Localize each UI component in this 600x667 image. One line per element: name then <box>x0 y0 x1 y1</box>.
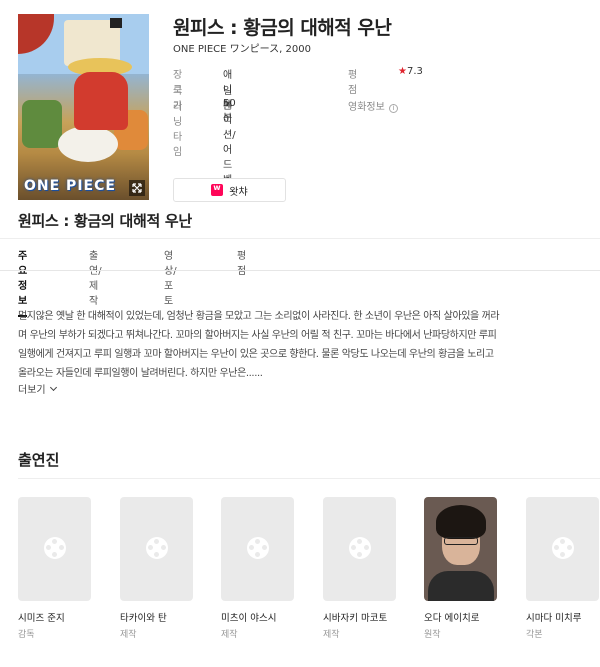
rating-label: 평점 <box>348 70 358 96</box>
cast-name[interactable]: 시미즈 준지 <box>18 610 91 624</box>
movie-info-link[interactable]: 영화정보 i <box>348 98 398 113</box>
synopsis-line: 며 우난의 부하가 되겠다고 뛰쳐나간다. 꼬마의 할아버지는 사실 우난의 어… <box>18 330 497 341</box>
cast-photo-placeholder[interactable] <box>18 497 91 601</box>
original-title: ONE PIECE ワンピース, 2000 <box>173 44 311 55</box>
movie-info-label: 영화정보 <box>348 102 385 113</box>
poster-logo: ONE PIECE <box>24 178 116 194</box>
cast-role: 원작 <box>424 630 441 640</box>
section-movie-title: 원피스 : 황금의 대해적 우난 <box>18 212 192 230</box>
cast-name[interactable]: 시마다 미치루 <box>526 610 599 624</box>
poster-art-shape <box>74 72 128 130</box>
cast-role: 감독 <box>18 630 35 640</box>
synopsis-line: 멀지않은 옛날 한 대해적이 있었는데, 엄청난 황금을 모았고 그는 소리없이… <box>18 311 500 322</box>
cast-section-title: 출연진 <box>18 451 60 469</box>
cast-photo-placeholder[interactable] <box>526 497 599 601</box>
tab-cast-crew[interactable]: 출연/제작 <box>89 247 102 315</box>
cast-photo-placeholder[interactable] <box>221 497 294 601</box>
divider <box>0 270 600 271</box>
divider <box>0 238 600 239</box>
star-icon: ★ <box>398 66 407 77</box>
chevron-down-icon <box>49 383 57 391</box>
poster-art-shape <box>110 18 122 28</box>
film-reel-icon <box>552 537 574 559</box>
cast-name[interactable]: 시바자키 마코토 <box>323 610 396 624</box>
film-reel-icon <box>44 537 66 559</box>
cast-card[interactable]: 미츠이 야스시 제작 <box>221 497 294 640</box>
tab-rating[interactable]: 평점 <box>237 247 246 285</box>
cast-role: 제작 <box>120 630 137 640</box>
rating-value: 7.3 <box>406 66 423 77</box>
more-button[interactable]: 더보기 <box>18 381 57 396</box>
cast-photo-placeholder[interactable] <box>120 497 193 601</box>
synopsis-line: 올라오는 자들인데 루피일행이 날려버린다. 하지만 우난은...... <box>18 368 263 379</box>
expand-icon[interactable] <box>129 180 145 196</box>
cast-name[interactable]: 오다 에이치로 <box>424 610 497 624</box>
cast-role: 각본 <box>526 630 543 640</box>
runtime-value: 50분 <box>223 98 236 124</box>
watcha-button[interactable]: 왓챠 <box>173 178 286 202</box>
film-reel-icon <box>247 537 269 559</box>
watcha-button-label: 왓챠 <box>229 186 248 198</box>
cast-card[interactable]: 오다 에이치로 원작 <box>424 497 497 640</box>
tab-video-photo[interactable]: 영상/포토 <box>164 247 177 315</box>
poster-art-shape <box>58 126 118 162</box>
divider <box>18 478 600 479</box>
cast-card[interactable]: 시미즈 준지 감독 <box>18 497 91 640</box>
synopsis-line: 일행에게 건져지고 루피 일행과 꼬마 할아버지는 우난이 있은 곳으로 향한다… <box>18 349 494 360</box>
movie-poster[interactable]: ONE PIECE <box>18 14 149 200</box>
film-reel-icon <box>146 537 168 559</box>
cast-role: 제작 <box>323 630 340 640</box>
portrait-shape <box>436 505 486 539</box>
cast-card[interactable]: 시마다 미치루 각본 <box>526 497 599 640</box>
more-label: 더보기 <box>18 385 46 396</box>
runtime-label: 러닝타임 <box>173 102 183 158</box>
cast-card[interactable]: 타카이와 탄 제작 <box>120 497 193 640</box>
rating-value-group: ★7.3 <box>398 66 423 77</box>
cast-role: 제작 <box>221 630 238 640</box>
cast-photo[interactable] <box>424 497 497 601</box>
watcha-logo-icon <box>211 183 224 196</box>
cast-name[interactable]: 타카이와 탄 <box>120 610 193 624</box>
portrait-shape <box>444 537 478 545</box>
cast-card[interactable]: 시바자키 마코토 제작 <box>323 497 396 640</box>
portrait-shape <box>428 571 494 601</box>
film-reel-icon <box>349 537 371 559</box>
page-title: 원피스 : 황금의 대해적 우난 <box>173 17 392 39</box>
cast-name[interactable]: 미츠이 야스시 <box>221 610 294 624</box>
cast-photo-placeholder[interactable] <box>323 497 396 601</box>
synopsis: 멀지않은 옛날 한 대해적이 있었는데, 엄청난 황금을 모았고 그는 소리없이… <box>18 307 523 383</box>
info-icon[interactable]: i <box>388 104 398 113</box>
poster-art-shape <box>22 100 62 148</box>
